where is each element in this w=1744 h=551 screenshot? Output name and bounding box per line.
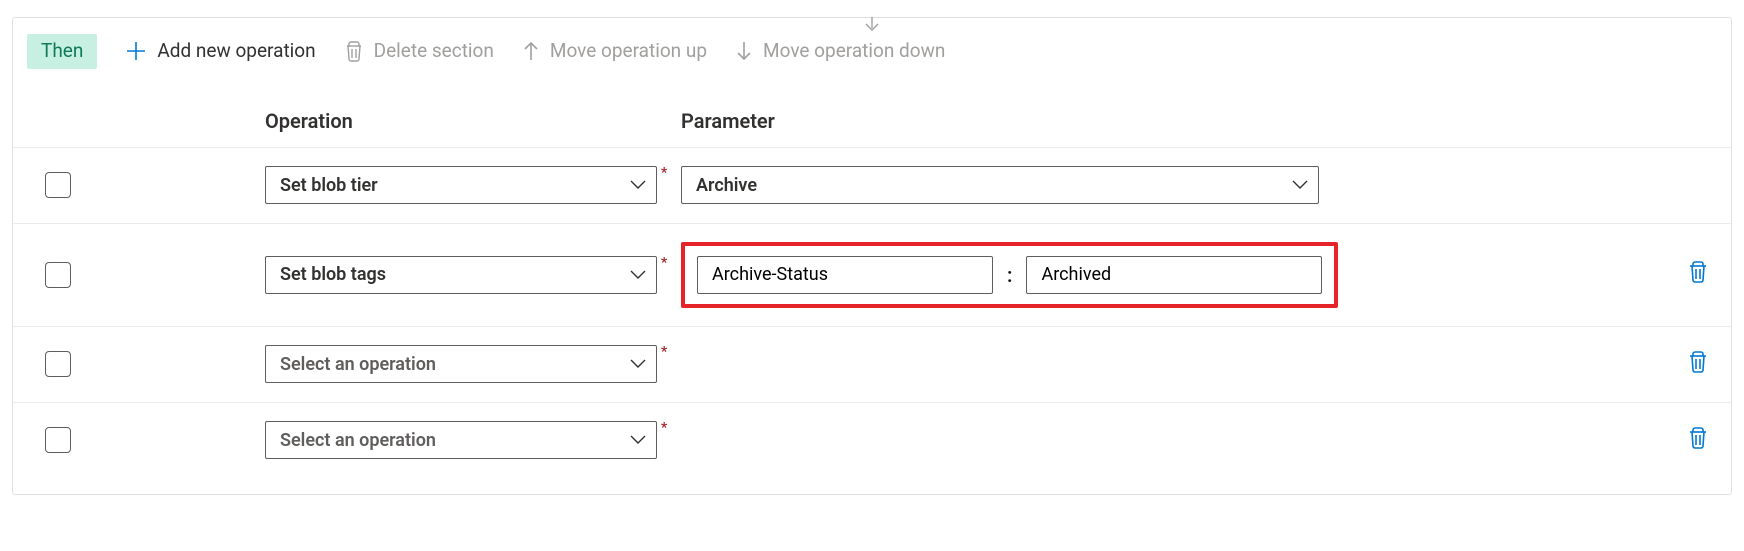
row-checkbox[interactable] [45, 351, 71, 377]
then-badge: Then [27, 34, 97, 69]
move-down-button[interactable]: Move operation down [735, 38, 945, 65]
arrow-down-icon [735, 40, 753, 62]
chevron-down-icon [630, 359, 646, 369]
trash-icon [1687, 259, 1709, 285]
row-checkbox[interactable] [45, 262, 71, 288]
required-marker: * [661, 344, 671, 360]
move-up-button[interactable]: Move operation up [522, 38, 707, 65]
row-checkbox[interactable] [45, 427, 71, 453]
operation-select-value: Select an operation [280, 354, 436, 375]
add-operation-button[interactable]: Add new operation [125, 38, 315, 65]
move-up-label: Move operation up [550, 38, 707, 65]
required-marker: * [661, 255, 671, 271]
tag-value-input[interactable] [1026, 256, 1322, 294]
flow-arrow-down-icon [862, 17, 882, 38]
row-checkbox[interactable] [45, 172, 71, 198]
parameter-select[interactable]: Archive [681, 166, 1319, 204]
trash-icon [1687, 349, 1709, 375]
table-row: Set blob tier * Archive [13, 147, 1731, 223]
tag-key-input[interactable] [697, 256, 993, 294]
delete-section-button[interactable]: Delete section [344, 38, 494, 65]
operation-select-value: Set blob tier [280, 175, 378, 196]
trash-icon [1687, 425, 1709, 451]
operation-select[interactable]: Select an operation [265, 345, 657, 383]
chevron-down-icon [630, 435, 646, 445]
then-section-card: Then Add new operation [12, 17, 1732, 495]
table-row: Select an operation * [13, 402, 1731, 478]
chevron-down-icon [1292, 180, 1308, 190]
parameter-select-value: Archive [696, 175, 757, 196]
required-marker: * [661, 420, 671, 436]
delete-row-button[interactable] [1687, 349, 1709, 375]
operation-select[interactable]: Set blob tags [265, 256, 657, 294]
delete-row-button[interactable] [1687, 425, 1709, 451]
arrow-up-icon [522, 40, 540, 62]
operation-select-value: Set blob tags [280, 264, 386, 285]
table-row: Select an operation * [13, 326, 1731, 402]
tag-parameter-highlight: : [681, 242, 1338, 308]
delete-section-label: Delete section [374, 38, 494, 65]
header-operation: Operation [265, 109, 681, 133]
delete-row-button[interactable] [1687, 259, 1709, 285]
required-marker: * [661, 165, 671, 181]
plus-icon [125, 40, 147, 62]
chevron-down-icon [630, 270, 646, 280]
add-operation-label: Add new operation [157, 38, 315, 65]
table-row: Set blob tags * : [13, 223, 1731, 326]
column-headers: Operation Parameter [13, 79, 1731, 147]
header-parameter: Parameter [681, 109, 1717, 133]
chevron-down-icon [630, 180, 646, 190]
move-down-label: Move operation down [763, 38, 945, 65]
trash-icon [344, 40, 364, 62]
operation-select[interactable]: Set blob tier [265, 166, 657, 204]
operation-select[interactable]: Select an operation [265, 421, 657, 459]
operation-select-value: Select an operation [280, 430, 436, 451]
tag-separator: : [1007, 263, 1012, 287]
